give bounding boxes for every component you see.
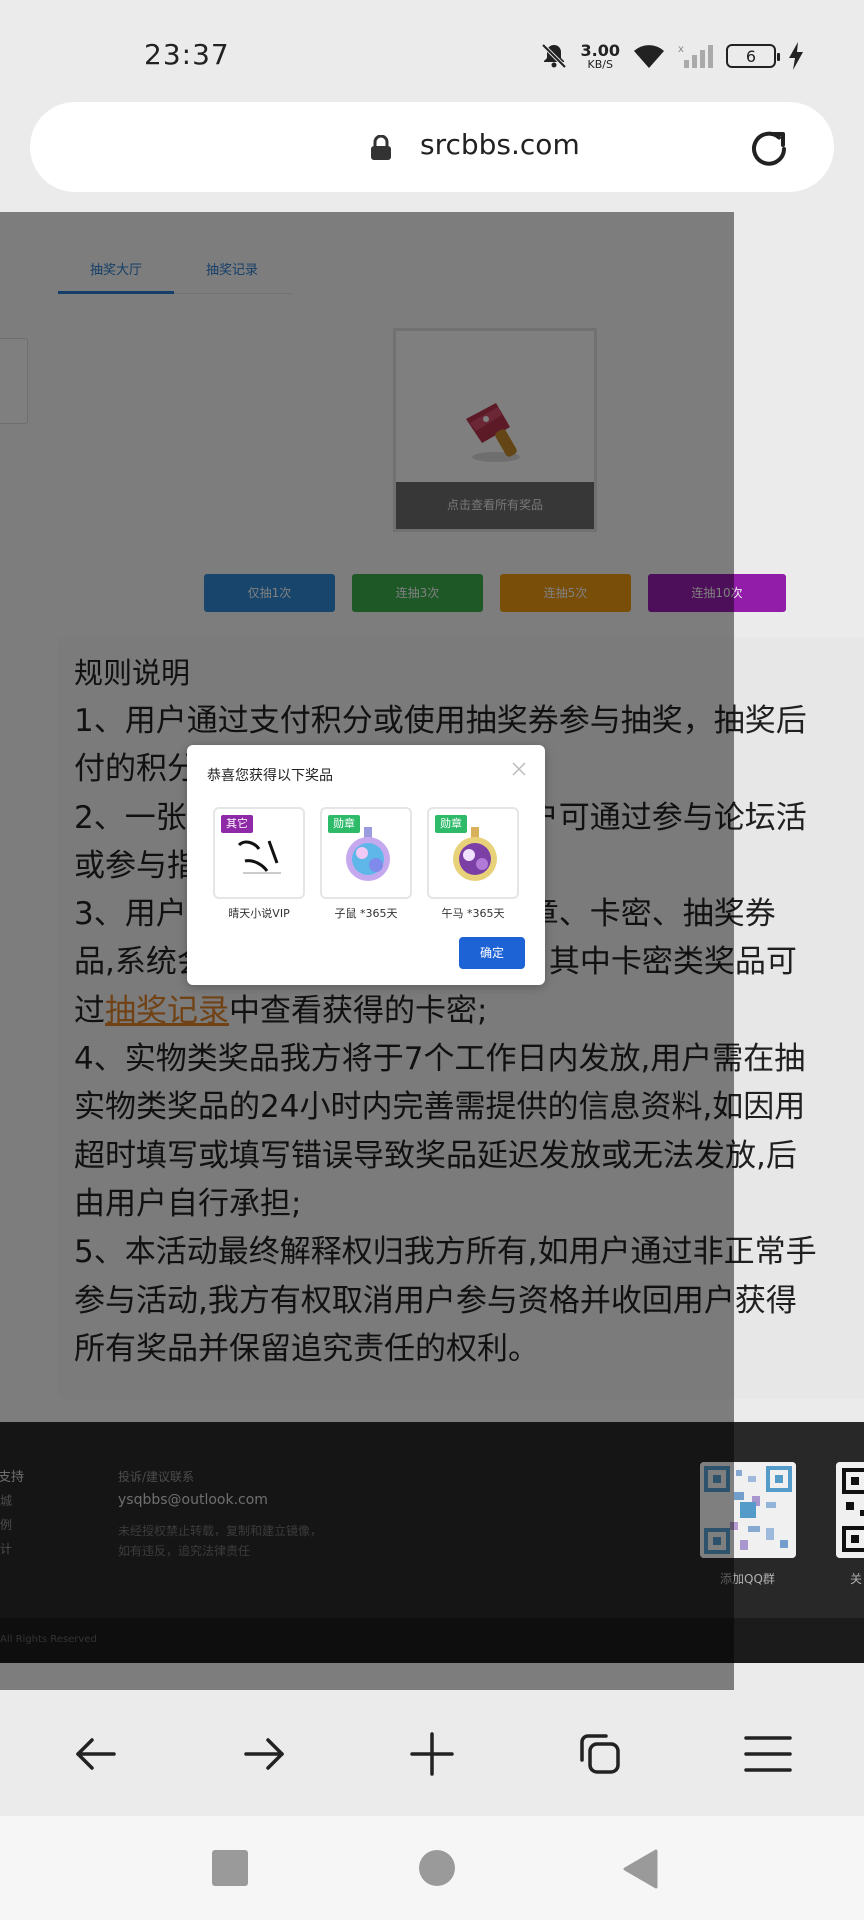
prize-tag: 勋章 [328,815,360,833]
bell-muted-icon [541,43,566,69]
net-speed-value: 3.00 [580,40,620,60]
status-time: 23:37 [144,38,230,71]
net-speed: 3.00 KB/S [580,40,620,71]
web-content: 抽奖大厅 抽奖记录 点击查看所有奖品 仅抽1次 连抽3次 连抽5次 连抽10次 … [0,212,864,1690]
address-bar-area: srcbbs.com [0,100,864,212]
prize-tag: 勋章 [435,815,467,833]
back-triangle-icon[interactable] [622,1849,660,1889]
signal-icon: x [678,44,713,68]
home-button[interactable] [419,1850,455,1886]
status-bar: 23:37 3.00 KB/S x 6 [0,0,864,100]
prize-result-dialog: 恭喜您获得以下奖品 其它 晴天小说VIP 勋章 子鼠 *365天 勋章 午马 *… [187,745,545,985]
charging-bolt-icon [789,42,803,70]
close-icon[interactable] [511,761,527,777]
prize-name: 子鼠 *365天 [334,907,398,920]
back-arrow-icon[interactable] [72,1730,120,1778]
forward-arrow-icon[interactable] [240,1730,288,1778]
reload-icon[interactable] [746,126,792,172]
prize-card: 其它 [213,807,305,899]
new-tab-plus-icon[interactable] [408,1730,456,1778]
wifi-icon [634,45,664,68]
lock-icon [371,135,391,160]
dialog-title: 恭喜您获得以下奖品 [207,768,333,784]
browser-toolbar [0,1690,864,1816]
svg-text:x: x [678,44,684,55]
url-text[interactable]: srcbbs.com [420,128,580,161]
prize-tag: 其它 [221,815,253,833]
prize-name: 晴天小说VIP [228,907,290,920]
confirm-button[interactable]: 确定 [459,937,525,969]
menu-icon[interactable] [744,1730,792,1778]
prize-card: 勋章 [427,807,519,899]
prize-card: 勋章 [320,807,412,899]
prize-name: 午马 *365天 [441,907,505,920]
recents-button[interactable] [212,1850,248,1886]
tabs-icon[interactable] [576,1730,624,1778]
net-speed-unit: KB/S [587,57,613,71]
overlay-edge [734,212,864,1690]
status-icons: 3.00 KB/S x 6 [539,38,804,74]
system-navigation-bar [0,1816,864,1920]
battery-icon: 6 [726,44,780,68]
address-bar[interactable]: srcbbs.com [30,102,834,192]
